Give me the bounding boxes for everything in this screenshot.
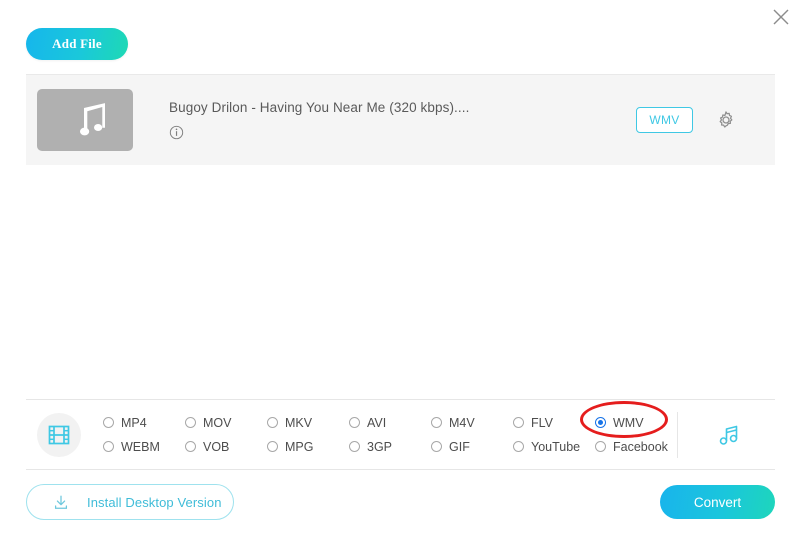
music-note-icon (716, 422, 742, 448)
format-option-mov[interactable]: MOV (185, 411, 267, 435)
tab-video-formats[interactable] (37, 413, 81, 457)
install-desktop-version-button[interactable]: Install Desktop Version (26, 484, 234, 520)
format-label: WEBM (121, 440, 160, 454)
radio-mpg[interactable] (267, 441, 278, 452)
format-label: GIF (449, 440, 470, 454)
file-info: Bugoy Drilon - Having You Near Me (320 k… (169, 100, 636, 140)
radio-gif[interactable] (431, 441, 442, 452)
file-actions: WMV (636, 107, 737, 133)
install-desktop-version-label: Install Desktop Version (87, 495, 222, 510)
format-label: MOV (203, 416, 231, 430)
format-label: AVI (367, 416, 386, 430)
format-option-gif[interactable]: GIF (431, 435, 513, 459)
output-format-badge[interactable]: WMV (636, 107, 693, 133)
format-label: VOB (203, 440, 229, 454)
radio-mkv[interactable] (267, 417, 278, 428)
format-option-webm[interactable]: WEBM (103, 435, 185, 459)
format-option-facebook[interactable]: Facebook (595, 435, 677, 459)
format-option-mkv[interactable]: MKV (267, 411, 349, 435)
radio-facebook[interactable] (595, 441, 606, 452)
file-list-item[interactable]: Bugoy Drilon - Having You Near Me (320 k… (26, 74, 775, 165)
radio-vob[interactable] (185, 441, 196, 452)
format-label: MKV (285, 416, 312, 430)
music-note-icon (65, 101, 105, 139)
add-file-area: Add File (26, 28, 128, 60)
format-option-vob[interactable]: VOB (185, 435, 267, 459)
info-icon[interactable] (169, 125, 184, 140)
format-option-3gp[interactable]: 3GP (349, 435, 431, 459)
format-label: MP4 (121, 416, 147, 430)
radio-avi[interactable] (349, 417, 360, 428)
radio-3gp[interactable] (349, 441, 360, 452)
add-file-button[interactable]: Add File (26, 28, 128, 60)
download-icon (51, 492, 71, 512)
radio-webm[interactable] (103, 441, 114, 452)
format-label: M4V (449, 416, 475, 430)
radio-m4v[interactable] (431, 417, 442, 428)
file-name: Bugoy Drilon - Having You Near Me (320 k… (169, 100, 636, 115)
format-label: MPG (285, 440, 313, 454)
radio-mp4[interactable] (103, 417, 114, 428)
format-option-wmv[interactable]: WMV (595, 411, 677, 435)
tab-audio-formats[interactable] (677, 412, 745, 458)
file-thumbnail (37, 89, 133, 151)
format-label: FLV (531, 416, 553, 430)
radio-youtube[interactable] (513, 441, 524, 452)
film-strip-icon (47, 423, 71, 447)
radio-mov[interactable] (185, 417, 196, 428)
close-window-button[interactable] (766, 2, 796, 32)
format-option-avi[interactable]: AVI (349, 411, 431, 435)
close-icon (772, 8, 790, 26)
convert-button[interactable]: Convert (660, 485, 775, 519)
format-label: 3GP (367, 440, 392, 454)
format-option-flv[interactable]: FLV (513, 411, 595, 435)
format-label: YouTube (531, 440, 580, 454)
format-option-mp4[interactable]: MP4 (103, 411, 185, 435)
format-selection-bar: MP4 MOV MKV AVI M4V FLV WMV WEBM VOB MPG… (26, 399, 775, 470)
format-option-m4v[interactable]: M4V (431, 411, 513, 435)
radio-flv[interactable] (513, 417, 524, 428)
format-label: WMV (613, 416, 644, 430)
format-options-grid: MP4 MOV MKV AVI M4V FLV WMV WEBM VOB MPG… (103, 411, 677, 459)
format-option-youtube[interactable]: YouTube (513, 435, 595, 459)
format-option-mpg[interactable]: MPG (267, 435, 349, 459)
format-label: Facebook (613, 440, 668, 454)
file-settings-button[interactable] (715, 109, 737, 131)
radio-wmv[interactable] (595, 417, 606, 428)
gear-icon (716, 110, 736, 130)
